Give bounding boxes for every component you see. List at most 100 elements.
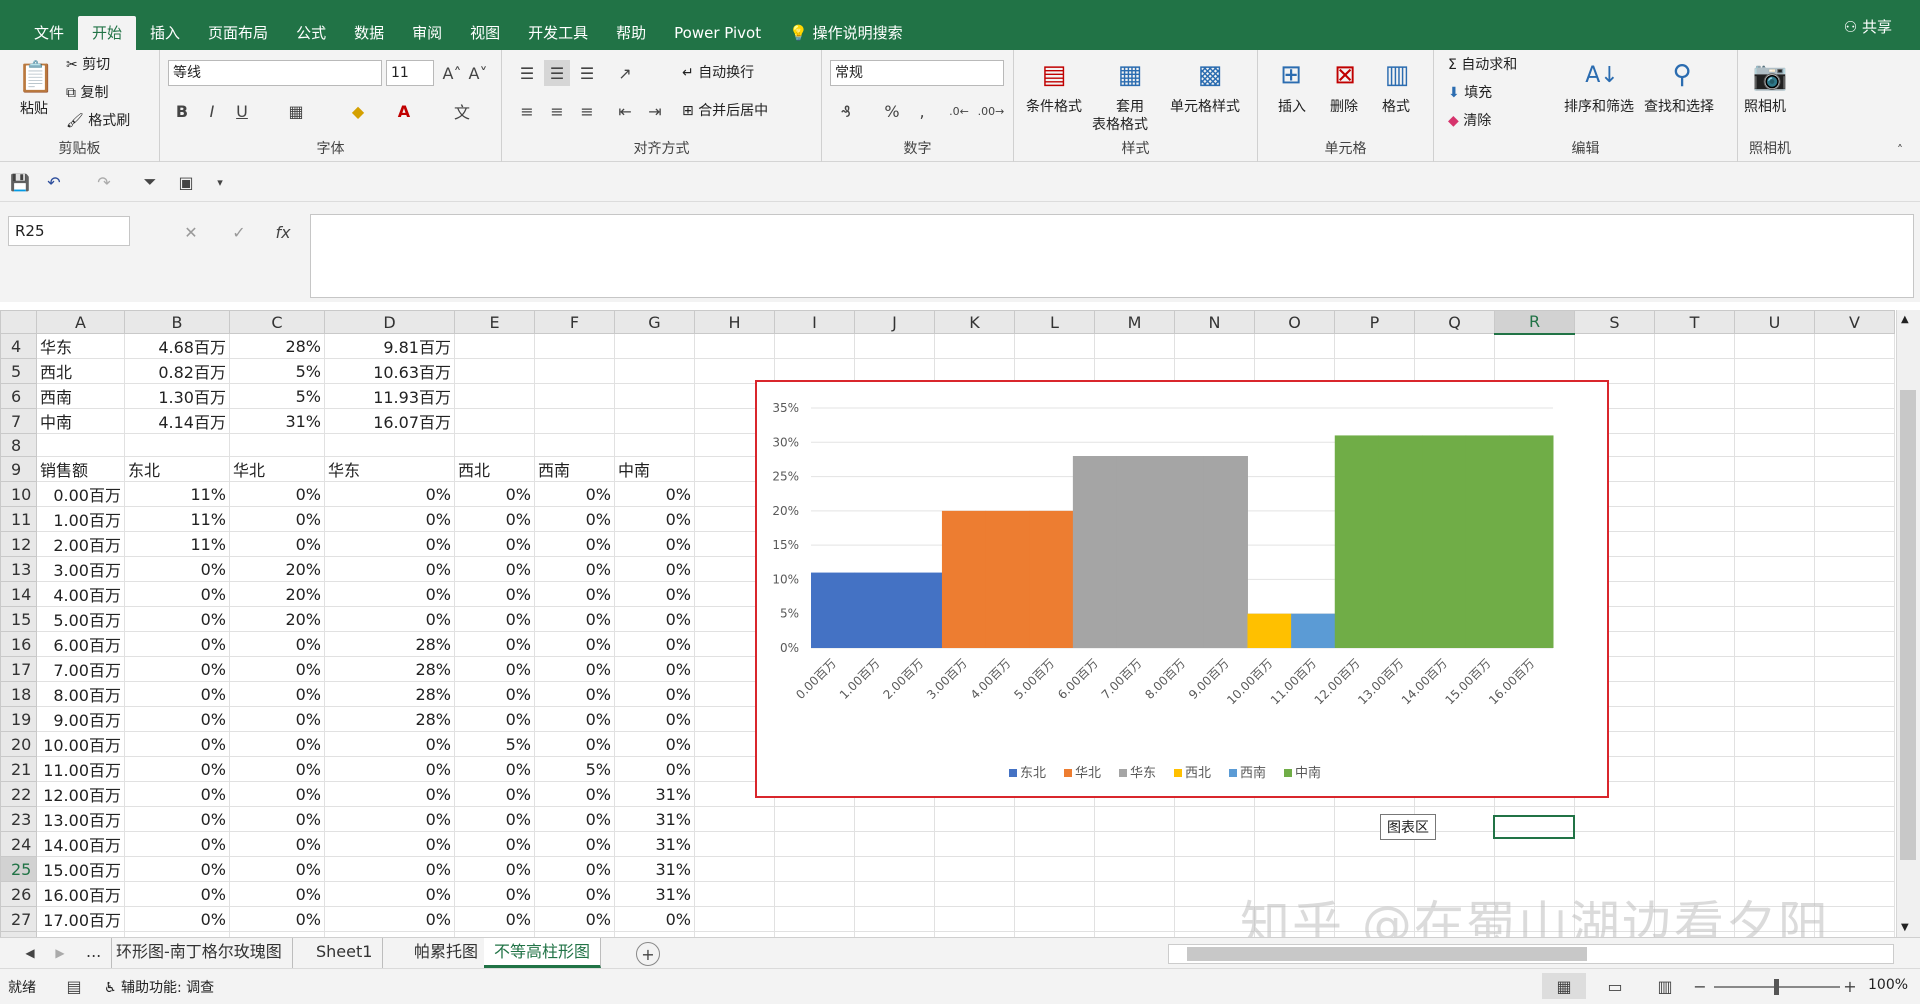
row-header[interactable]: 9 bbox=[0, 456, 37, 482]
column-header[interactable]: F bbox=[534, 310, 615, 334]
bold-button[interactable]: B bbox=[170, 98, 194, 124]
cell[interactable]: 5% bbox=[229, 358, 325, 384]
cell[interactable]: 0% bbox=[229, 531, 325, 557]
cell[interactable]: 0% bbox=[454, 506, 535, 532]
share-button[interactable]: ⚇ 共享 bbox=[1844, 16, 1892, 37]
cell[interactable]: 31% bbox=[614, 806, 695, 832]
delete-cells-button[interactable]: 删除 bbox=[1330, 96, 1358, 116]
column-header[interactable]: V bbox=[1814, 310, 1895, 334]
cell[interactable]: 中南 bbox=[614, 456, 695, 482]
align-top-icon[interactable]: ☰ bbox=[514, 60, 540, 86]
font-size-select[interactable]: 11 bbox=[386, 60, 434, 86]
cell[interactable]: 0% bbox=[324, 731, 455, 757]
cell[interactable]: 9.00百万 bbox=[36, 706, 125, 732]
cell[interactable]: 0.00百万 bbox=[36, 481, 125, 507]
next-sheet-icon[interactable]: ▶ bbox=[50, 942, 70, 964]
increase-indent-icon[interactable]: ⇥ bbox=[642, 98, 668, 124]
zoom-out-icon[interactable]: − bbox=[1690, 973, 1710, 999]
cell[interactable]: 0% bbox=[454, 606, 535, 632]
cell[interactable]: 0% bbox=[534, 631, 615, 657]
menu-tab[interactable]: 数据 bbox=[340, 16, 398, 50]
cell[interactable] bbox=[1094, 906, 1175, 932]
cell[interactable]: 28% bbox=[229, 333, 325, 359]
cell[interactable]: 31% bbox=[614, 831, 695, 857]
cell[interactable] bbox=[854, 806, 935, 832]
cell[interactable] bbox=[1734, 806, 1815, 832]
cell[interactable] bbox=[534, 408, 615, 434]
conditional-format-button[interactable]: 条件格式 bbox=[1026, 96, 1082, 116]
cell[interactable]: 华北 bbox=[229, 456, 325, 482]
sort-filter-icon[interactable]: A↓ bbox=[1582, 56, 1622, 94]
italic-button[interactable]: I bbox=[200, 98, 224, 124]
cell[interactable] bbox=[1814, 756, 1895, 782]
cell-styles-button[interactable]: 单元格样式 bbox=[1170, 96, 1240, 116]
cell[interactable] bbox=[1654, 706, 1735, 732]
currency-icon[interactable]: ₰ bbox=[832, 98, 860, 124]
cell[interactable] bbox=[534, 433, 615, 457]
cell[interactable]: 0% bbox=[124, 731, 230, 757]
page-layout-icon[interactable]: ▭ bbox=[1600, 973, 1630, 999]
cell[interactable] bbox=[1734, 433, 1815, 457]
row-header[interactable]: 15 bbox=[0, 606, 37, 632]
cell[interactable] bbox=[774, 806, 855, 832]
percent-icon[interactable]: % bbox=[880, 98, 904, 124]
cell[interactable]: 0% bbox=[324, 606, 455, 632]
underline-button[interactable]: U bbox=[230, 98, 254, 124]
cell[interactable]: 16.00百万 bbox=[36, 881, 125, 907]
column-header[interactable]: M bbox=[1094, 310, 1175, 334]
paste-icon[interactable]: 📋 bbox=[16, 56, 56, 98]
cell[interactable] bbox=[1734, 408, 1815, 434]
camera-button[interactable]: 照相机 bbox=[1744, 96, 1786, 116]
column-header[interactable]: T bbox=[1654, 310, 1735, 334]
cell[interactable] bbox=[534, 383, 615, 409]
cell[interactable]: 0% bbox=[454, 556, 535, 582]
cell[interactable]: 0% bbox=[229, 506, 325, 532]
cell[interactable] bbox=[1094, 881, 1175, 907]
cell[interactable]: 0% bbox=[124, 756, 230, 782]
cell[interactable] bbox=[934, 906, 1015, 932]
cell[interactable]: 0% bbox=[229, 906, 325, 932]
align-center-icon[interactable]: ≡ bbox=[544, 98, 570, 124]
cell[interactable] bbox=[1574, 806, 1655, 832]
cell[interactable] bbox=[1654, 631, 1735, 657]
menu-tab[interactable]: 文件 bbox=[20, 16, 78, 50]
column-header[interactable]: O bbox=[1254, 310, 1335, 334]
cell[interactable] bbox=[774, 831, 855, 857]
cell[interactable]: 0% bbox=[124, 606, 230, 632]
cell[interactable]: 15.00百万 bbox=[36, 856, 125, 882]
cell[interactable] bbox=[1734, 756, 1815, 782]
cell[interactable]: 0% bbox=[454, 781, 535, 807]
cell[interactable] bbox=[1734, 383, 1815, 409]
cell[interactable]: 3.00百万 bbox=[36, 556, 125, 582]
phonetic-icon[interactable]: 文 bbox=[450, 98, 474, 124]
cell[interactable] bbox=[1654, 731, 1735, 757]
formula-input[interactable] bbox=[310, 214, 1914, 298]
cell[interactable] bbox=[1814, 531, 1895, 557]
cell[interactable] bbox=[1014, 806, 1095, 832]
border-icon[interactable]: ▦ bbox=[284, 98, 308, 124]
cell[interactable] bbox=[1494, 333, 1575, 359]
cell[interactable] bbox=[854, 856, 935, 882]
cell[interactable] bbox=[1814, 856, 1895, 882]
cell[interactable] bbox=[534, 333, 615, 359]
cell[interactable] bbox=[1814, 656, 1895, 682]
increase-decimal-icon[interactable]: .0← bbox=[946, 98, 972, 124]
cell[interactable]: 0% bbox=[614, 656, 695, 682]
cell[interactable] bbox=[1254, 806, 1335, 832]
cell[interactable] bbox=[1014, 856, 1095, 882]
sheet-tab[interactable]: 环形图-南丁格尔玫瑰图 bbox=[106, 938, 293, 968]
cell[interactable] bbox=[1334, 333, 1415, 359]
form-icon[interactable]: ▣ bbox=[174, 170, 198, 194]
merge-center-button[interactable]: ⊞ 合并后居中 bbox=[682, 100, 768, 120]
cell[interactable]: 0% bbox=[324, 856, 455, 882]
column-header[interactable]: Q bbox=[1414, 310, 1495, 334]
cell[interactable] bbox=[614, 408, 695, 434]
cell[interactable] bbox=[694, 906, 775, 932]
customize-qat-icon[interactable]: ▾ bbox=[212, 170, 228, 194]
cell[interactable] bbox=[1734, 481, 1815, 507]
cell[interactable] bbox=[124, 433, 230, 457]
column-header[interactable]: S bbox=[1574, 310, 1655, 334]
tell-me-search[interactable]: 💡 操作说明搜索 bbox=[775, 16, 916, 50]
grow-font-icon[interactable]: A˄ bbox=[440, 60, 464, 86]
cell[interactable] bbox=[1654, 531, 1735, 557]
